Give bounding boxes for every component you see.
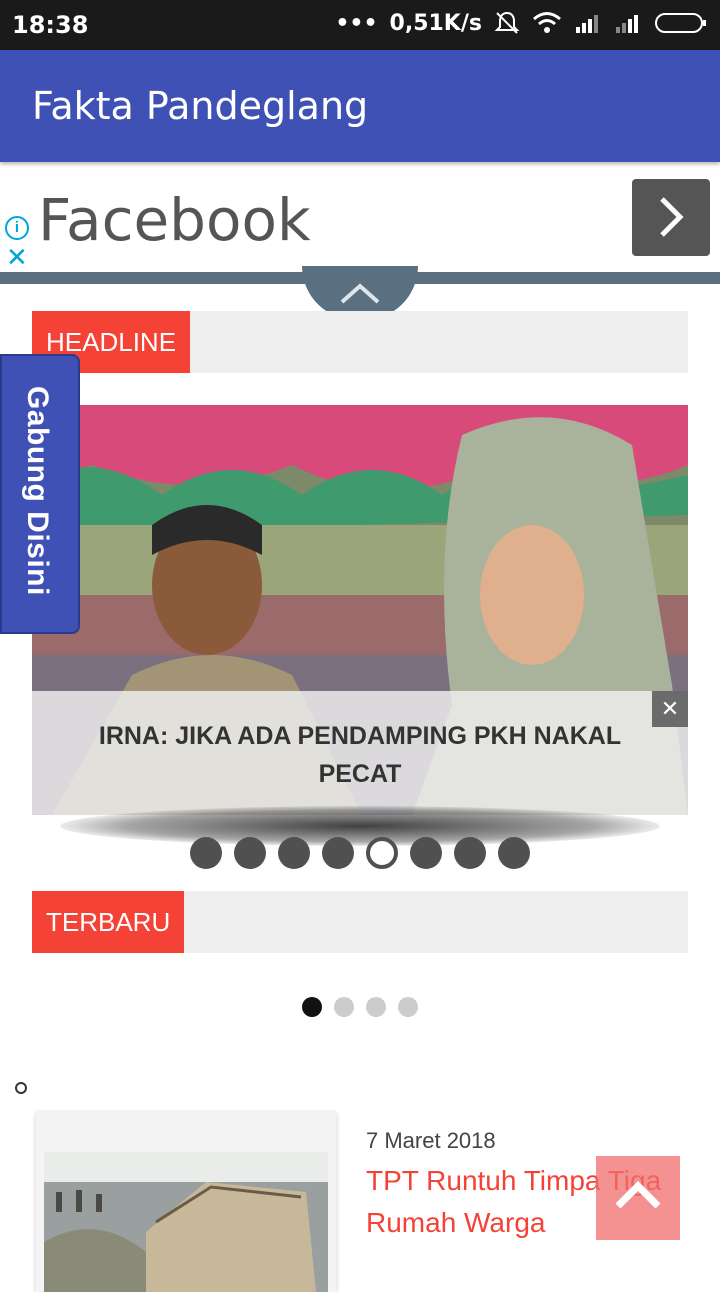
status-time: 18:38 (12, 11, 89, 39)
slider-dot[interactable] (234, 837, 266, 869)
slider-dot[interactable] (410, 837, 442, 869)
back-to-top-button[interactable] (596, 1156, 680, 1240)
wifi-icon (533, 12, 561, 33)
signal-icon (616, 15, 638, 33)
slider-dot[interactable] (498, 837, 530, 869)
signal-icon (576, 15, 598, 33)
info-icon[interactable]: i (5, 216, 29, 240)
chevron-up-icon (615, 1181, 661, 1209)
bell-off-icon (494, 11, 520, 34)
pager-dot[interactable] (398, 997, 418, 1017)
app-bar: Fakta Pandeglang (0, 50, 720, 162)
pager-dot-active[interactable] (302, 997, 322, 1017)
pager-dot[interactable] (366, 997, 386, 1017)
latest-pager-dots (302, 997, 418, 1017)
battery-icon (655, 13, 706, 33)
slider-dot[interactable] (190, 837, 222, 869)
app-title: Fakta Pandeglang (32, 84, 369, 128)
slide-caption[interactable]: IRNA: JIKA ADA PENDAMPING PKH NAKAL PECA… (32, 691, 688, 815)
slider-dot[interactable] (454, 837, 486, 869)
more-dots-icon: ••• (335, 10, 378, 36)
ad-text[interactable]: Facebook (38, 186, 311, 254)
slide-caption-text[interactable]: IRNA: JIKA ADA PENDAMPING PKH NAKAL PECA… (72, 717, 648, 793)
list-bullet (15, 1082, 27, 1094)
latest-section-bar: TERBARU (32, 891, 688, 953)
ad-open-button[interactable] (632, 179, 710, 256)
join-tab[interactable]: Gabung Disini (0, 354, 80, 634)
article-thumbnail[interactable] (36, 1112, 336, 1292)
status-bar: 18:38 ••• 0,51K/s (0, 0, 720, 50)
slider-dot[interactable] (278, 837, 310, 869)
slider-dot-active[interactable] (366, 837, 398, 869)
headline-slider[interactable]: IRNA: JIKA ADA PENDAMPING PKH NAKAL PECA… (32, 405, 688, 815)
slider-dot[interactable] (322, 837, 354, 869)
headline-section-bar: HEADLINE (32, 311, 688, 373)
status-icons: ••• 0,51K/s (335, 10, 708, 36)
close-icon[interactable]: ✕ (6, 244, 28, 270)
article-photo (36, 1112, 336, 1292)
join-tab-label[interactable]: Gabung Disini (20, 386, 54, 596)
chevron-right-icon (660, 197, 684, 237)
slider-dots (190, 837, 530, 869)
latest-label: TERBARU (32, 891, 185, 953)
pager-dot[interactable] (334, 997, 354, 1017)
network-speed: 0,51K/s (389, 10, 482, 36)
article-date: 7 Maret 2018 (366, 1128, 496, 1153)
close-icon[interactable]: ✕ (652, 691, 688, 727)
ad-banner[interactable]: i ✕ Facebook (0, 176, 720, 272)
